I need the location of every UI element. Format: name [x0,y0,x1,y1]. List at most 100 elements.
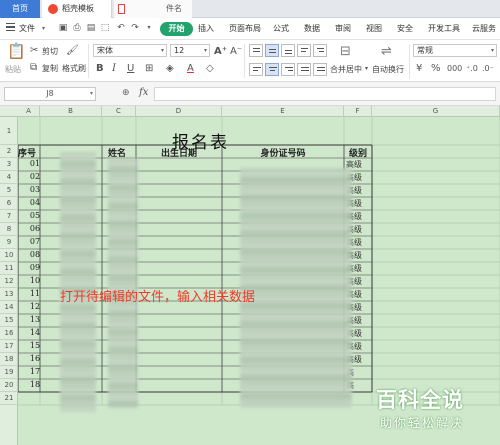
copy-button[interactable]: 复制 [42,63,58,74]
font-name-select[interactable]: 宋体 ▾ [93,44,167,57]
name-box[interactable]: J8 ▾ [4,87,96,101]
header-id[interactable]: 身份证号码 [222,146,344,159]
decrease-decimal-icon[interactable]: .0⁻ [482,63,494,74]
print-preview-icon[interactable]: ▤ [86,23,96,33]
row-header[interactable]: 13 [0,288,18,301]
increase-decimal-icon[interactable]: ⁺.0 [466,63,478,74]
menu-page-layout[interactable]: 页面布局 [229,22,261,36]
column-header[interactable]: F [344,106,372,117]
chevron-down-icon[interactable]: ▾ [365,65,368,72]
increase-font-icon[interactable]: A⁺ [214,46,227,57]
row-header[interactable]: 5 [0,184,18,197]
cell-seq[interactable]: 11 [18,289,52,298]
row-header[interactable]: 18 [0,353,18,366]
menu-formulas[interactable]: 公式 [273,22,289,36]
row-header[interactable]: 11 [0,262,18,275]
menu-insert[interactable]: 插入 [198,22,214,36]
column-header[interactable]: D [136,106,222,117]
decrease-font-icon[interactable]: A⁻ [230,46,242,57]
cell-seq[interactable]: 06 [18,224,52,233]
cell-seq[interactable]: 12 [18,302,52,311]
align-middle-icon[interactable] [265,44,279,57]
paste-button[interactable]: 粘贴 [5,64,21,75]
save-icon[interactable]: ▣ [58,23,68,33]
row-header[interactable]: 20 [0,379,18,392]
row-header[interactable]: 6 [0,197,18,210]
row-header[interactable]: 21 [0,392,18,405]
cell-seq[interactable]: 10 [18,276,52,285]
header-level[interactable]: 级别 [344,146,372,159]
copy-icon[interactable]: ⧉ [30,62,37,73]
fx-icon[interactable]: fx [139,87,148,98]
row-header[interactable]: 16 [0,327,18,340]
row-header[interactable]: 19 [0,366,18,379]
align-bottom-icon[interactable] [281,44,295,57]
row-header[interactable]: 17 [0,340,18,353]
cut-icon[interactable]: ✂ [30,45,38,56]
row-header[interactable]: 12 [0,275,18,288]
tab-home[interactable]: 首页 [0,0,40,18]
paste-icon[interactable]: 📋 [7,44,26,59]
cell-seq[interactable]: 05 [18,211,52,220]
distribute-icon[interactable] [313,63,327,76]
header-seq[interactable]: 序号 [18,146,46,159]
merge-center-icon[interactable]: ⊟ [340,44,351,59]
undo-icon[interactable]: ↶ [116,23,126,33]
menu-start[interactable]: 开始 [160,22,193,36]
chevron-down-icon[interactable]: ▾ [42,22,45,36]
quick-access-chevron-icon[interactable]: ▾ [144,23,154,33]
menu-developer[interactable]: 开发工具 [428,22,460,36]
column-header[interactable]: G [372,106,500,117]
sheet-title[interactable]: 报名表 [172,128,229,153]
menu-view[interactable]: 视图 [366,22,382,36]
row-header[interactable]: 1 [0,117,18,145]
justify-right-icon[interactable] [281,63,295,76]
row-header[interactable]: 8 [0,223,18,236]
hamburger-menu-icon[interactable] [6,23,15,31]
cell-seq[interactable]: 14 [18,328,52,337]
row-header[interactable]: 2 [0,145,18,158]
cell-seq[interactable]: 07 [18,237,52,246]
fill-color-icon[interactable]: ◈ [166,63,174,74]
print-icon[interactable]: ⎙ [72,23,82,33]
number-format-select[interactable]: 常规 ▾ [413,44,497,57]
wrap-text-icon[interactable]: ⇌ [381,44,392,59]
cell-seq[interactable]: 01 [18,159,52,168]
export-pdf-icon[interactable]: ⬚ [100,23,110,33]
row-header[interactable]: 3 [0,158,18,171]
border-icon[interactable]: ⊞ [145,63,153,74]
format-painter-icon[interactable]: 🖌 [66,45,79,56]
justify-left-icon[interactable] [249,63,263,76]
italic-icon[interactable]: I [112,63,116,74]
column-header[interactable]: E [222,106,344,117]
row-header[interactable]: 14 [0,301,18,314]
cell-seq[interactable]: 17 [18,367,52,376]
cell-seq[interactable]: 16 [18,354,52,363]
align-top-icon[interactable] [249,44,263,57]
menu-review[interactable]: 审阅 [335,22,351,36]
menu-data[interactable]: 数据 [304,22,320,36]
cell-seq[interactable]: 13 [18,315,52,324]
wrap-text-button[interactable]: 自动换行 [372,64,404,75]
menu-cloud[interactable]: 云服务 [472,22,496,36]
font-color-icon[interactable]: A [187,63,194,74]
column-header[interactable]: C [102,106,136,117]
underline-icon[interactable]: U [127,63,134,74]
cut-button[interactable]: 剪切 [42,46,58,57]
row-header[interactable]: 4 [0,171,18,184]
row-header[interactable]: 10 [0,249,18,262]
row-header[interactable]: 7 [0,210,18,223]
cell-seq[interactable]: 02 [18,172,52,181]
justify-full-icon[interactable] [297,63,311,76]
align-right-icon[interactable] [313,44,327,57]
column-header[interactable]: B [40,106,102,117]
bold-icon[interactable]: B [96,63,104,74]
row-header[interactable]: 9 [0,236,18,249]
clear-format-icon[interactable]: ◇ [206,63,214,74]
cell-seq[interactable]: 15 [18,341,52,350]
row-header[interactable]: 15 [0,314,18,327]
currency-icon[interactable]: ¥ [416,63,422,74]
zoom-magnifier-icon[interactable]: ⊕ [122,88,130,98]
cell-seq[interactable]: 18 [18,380,52,389]
format-painter-button[interactable]: 格式刷 [62,63,86,74]
